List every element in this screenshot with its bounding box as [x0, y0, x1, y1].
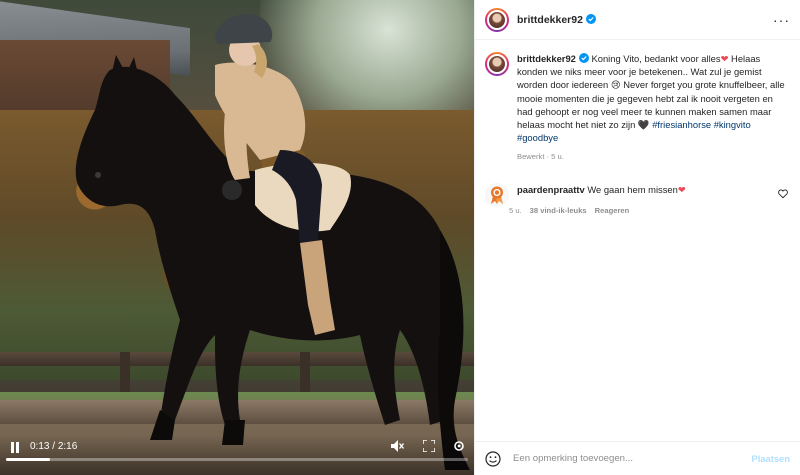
video-progress-fill	[6, 458, 50, 461]
video-controls: 0:13 / 2:16	[0, 435, 474, 475]
caption-part-1: Koning Vito, bedankt voor alles	[588, 53, 721, 64]
horse-and-rider	[75, 14, 470, 470]
current-time: 0:13	[30, 441, 50, 452]
verified-badge-icon	[578, 53, 589, 63]
comment-time: 5 u.	[509, 206, 522, 216]
comment-meta: 5 u. 38 vind-ik-leuks Reageren	[509, 206, 686, 215]
header-username-text: brittdekker92	[517, 13, 583, 26]
more-options-button[interactable]: ···	[773, 13, 790, 27]
caption-meta: Bewerkt · 5 u.	[517, 152, 564, 162]
comment-content: We gaan hem missen	[584, 184, 678, 196]
duration: 2:16	[57, 441, 78, 452]
emoji-picker-icon[interactable]	[485, 450, 501, 467]
rosette-logo-icon	[491, 186, 503, 205]
comment-username[interactable]: paardenpraattv	[517, 184, 585, 195]
add-comment-bar: Plaatsen	[475, 441, 800, 475]
post-sidebar: brittdekker92 ··· brittdekker92 Koning V…	[474, 0, 800, 475]
comment-text: paardenpraattv We gaan hem missen❤	[517, 183, 686, 196]
video-progress-bar[interactable]	[6, 458, 468, 461]
instagram-post-modal: 0:13 / 2:16 brittdekker92 ··· brittdekke…	[0, 0, 800, 475]
black-heart-emoji-icon: 🖤	[637, 119, 650, 131]
caption-avatar[interactable]	[485, 52, 509, 76]
caption-text: brittdekker92 Koning Vito, bedankt voor …	[517, 52, 785, 144]
post-caption: brittdekker92 Koning Vito, bedankt voor …	[485, 52, 790, 161]
hashtag-kingvito[interactable]: #kingvito	[714, 119, 751, 130]
post-video[interactable]: 0:13 / 2:16	[0, 0, 474, 475]
comment-likes[interactable]: 38 vind-ik-leuks	[530, 206, 587, 215]
time-separator: /	[52, 441, 56, 452]
pause-button[interactable]	[8, 440, 22, 454]
comments-list: brittdekker92 Koning Vito, bedankt voor …	[475, 40, 800, 441]
gear-icon	[454, 441, 464, 451]
verified-badge-icon	[585, 13, 596, 24]
caption-username[interactable]: brittdekker92	[517, 53, 576, 64]
post-comment-button[interactable]: Plaatsen	[751, 453, 790, 464]
red-heart-emoji-icon: ❤	[677, 184, 686, 196]
mute-button[interactable]	[390, 439, 404, 453]
comment-input[interactable]	[513, 453, 752, 464]
avatar-image	[487, 54, 507, 74]
comment-item: paardenpraattv We gaan hem missen❤ 5 u. …	[485, 183, 790, 215]
pause-icon	[11, 441, 19, 453]
sad-face-emoji-icon: 😢	[610, 79, 621, 91]
muted-speaker-icon	[390, 440, 404, 452]
post-header: brittdekker92 ···	[475, 0, 800, 40]
hashtag-goodbye[interactable]: #goodbye	[517, 132, 558, 143]
video-time: 0:13 / 2:16	[30, 441, 77, 452]
fullscreen-button[interactable]	[422, 439, 436, 453]
reply-button[interactable]: Reageren	[595, 206, 630, 215]
fullscreen-icon	[423, 440, 435, 452]
header-username[interactable]: brittdekker92	[517, 13, 596, 26]
like-comment-heart-icon[interactable]	[778, 189, 788, 199]
settings-button[interactable]	[452, 439, 466, 453]
commenter-avatar[interactable]	[485, 183, 509, 208]
avatar[interactable]	[485, 7, 509, 32]
avatar-image	[487, 9, 507, 30]
hashtag-friesianhorse[interactable]: #friesianhorse	[652, 119, 711, 130]
